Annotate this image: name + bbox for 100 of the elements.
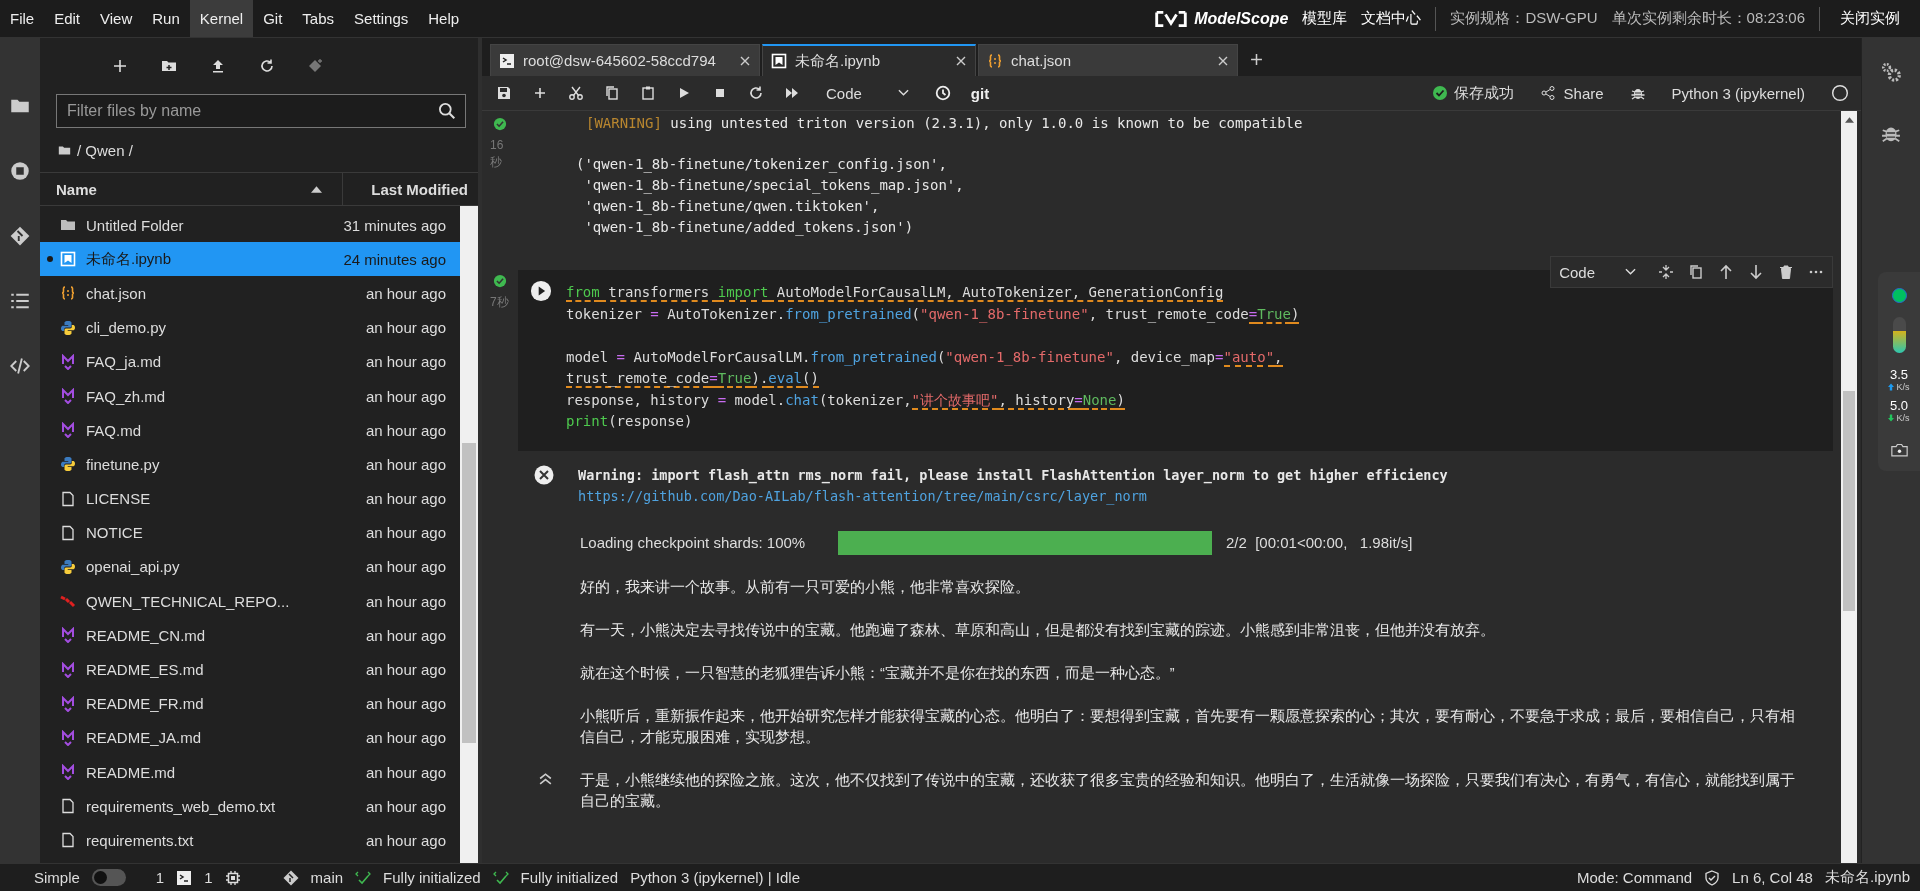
file-name: cli_demo.py [86,319,168,337]
brand-name: ModelScope [1194,9,1289,28]
menu-item[interactable]: Settings [344,0,419,37]
file-row[interactable]: README_CN.md an hour ago [40,618,460,653]
file-name: README_JA.md [86,729,203,747]
file-name: openai_api.py [86,558,181,576]
modified-time: an hour ago [365,729,446,747]
modified-time: 24 minutes ago [343,250,446,268]
kernel-status[interactable]: Python 3 (ipykernel) | Idle [630,869,800,886]
modified-time: an hour ago [365,695,446,713]
rate-unit: K/s [1896,382,1910,392]
cell-type-dropdown[interactable]: Code [820,84,915,102]
breadcrumb-path[interactable]: / Qwen / [77,141,133,159]
menu-item[interactable]: Kernel [189,0,254,37]
file-row[interactable]: README_ES.md an hour ago [40,652,460,687]
modified-time: an hour ago [365,421,446,439]
document-tab[interactable]: 未命名.ipynb [762,44,976,76]
output-line: ('qwen-1_8b-finetune/tokenizer_config.json', [576,155,948,175]
lsp-status[interactable]: Fully initialized [520,869,619,886]
file-row[interactable]: cli_demo.py an hour ago [40,310,460,345]
git-branch[interactable]: main [310,869,344,886]
rate-unit: K/s [1896,413,1910,423]
column-header[interactable]: Last Modified [343,173,478,205]
terminal-count[interactable]: 1 [155,869,165,886]
story-paragraph: 好的，我来讲一个故事。从前有一只可爱的小熊，他非常喜欢探险。 [580,577,1030,597]
modified-time: an hour ago [365,387,446,405]
code-line: from transformers import AutoModelForCausalLM, AutoTokenizer, GenerationConfig [566,283,1225,304]
menu-item[interactable]: Help [418,0,470,37]
header-link[interactable]: 文档中心 [1361,9,1422,28]
file-row[interactable]: FAQ.md an hour ago [40,413,460,448]
progress-label: Loading checkpoint shards: 100% [580,534,807,551]
modified-time: an hour ago [365,831,446,849]
file-name: README.md [86,763,177,781]
menu-item[interactable]: Edit [44,0,91,37]
file-name: finetune.py [86,455,161,473]
remaining-time: 单次实例剩余时长：08:23:06 [1611,9,1805,28]
file-row[interactable]: QWEN_TECHNICAL_REPO... an hour ago [40,584,460,619]
progress-stats: 2/2 [00:01<00:00, 1.98it/s] [1226,534,1413,551]
menu-item[interactable]: Run [142,0,190,37]
column-header[interactable]: Name [40,173,343,205]
file-row[interactable]: openai_api.py an hour ago [40,549,460,585]
execution-time: 16秒 [490,137,505,171]
file-name: 未命名.ipynb [86,249,173,269]
modified-time: an hour ago [365,797,446,815]
menu-item[interactable]: File [0,0,45,37]
link[interactable]: https://github.com/Dao-AILab/flash-attention/tree/main/csrc/layer_norm [578,487,1147,504]
modified-time: an hour ago [365,558,446,576]
filter-field[interactable]: Filter files by name [56,94,466,128]
modified-time: an hour ago [365,592,446,610]
file-row[interactable]: chat.json an hour ago [40,276,460,311]
file-row[interactable]: FAQ_ja.md an hour ago [40,344,460,379]
file-row[interactable]: FAQ_zh.md an hour ago [40,378,460,414]
instance-spec: 实例规格：DSW-GPU [1450,9,1598,28]
file-row[interactable]: LICENSE an hour ago [40,481,460,516]
menu-item[interactable]: Tabs [292,0,345,37]
cursor-position[interactable]: Ln 6, Col 48 [1732,869,1813,886]
menu-item[interactable]: View [90,0,143,37]
file-name: chat.json [86,284,148,302]
editor-mode: Mode: Command [1577,869,1693,886]
file-row[interactable]: README_FR.md an hour ago [40,686,460,721]
file-row[interactable]: requirements_web_demo.txt an hour ago [40,789,460,824]
share-button[interactable]: Share [1533,83,1610,103]
modified-time: an hour ago [365,353,446,371]
file-row[interactable]: 未命名.ipynb 24 minutes ago [40,242,460,277]
close-instance-button[interactable]: 关闭实例 [1834,8,1906,29]
warning-message: Warning: import flash_attn rms_norm fail, please install FlashAttention layer_norm to get higher efficiency https://github.com/Dao-AILab/flash-attention/tree/main/csrc/layer_norm [578,465,1449,507]
file-row[interactable]: Untitled Folder 31 minutes ago [40,208,460,243]
output-line: 'qwen-1_8b-finetune/qwen.tiktoken', [583,197,881,217]
file-row[interactable]: requirements.txt an hour ago [40,823,460,858]
file-row[interactable]: finetune.py an hour ago [40,447,460,482]
modified-time: an hour ago [365,284,446,302]
menu-item[interactable]: Git [253,0,293,37]
file-name: requirements.txt [86,831,195,849]
file-name: NOTICE [86,524,144,542]
story-paragraph: 小熊听后，重新振作起来，他开始研究怎样才能获得宝藏的心态。他明白了：要想得到宝藏，首先要有一颗愿意探索的心；其次，要有耐心，不要急于求成；最后，要相信自己，只有相信自己，才能克服困难，实现梦想。 [580,706,1796,747]
modified-time: 31 minutes ago [343,216,446,234]
file-row[interactable]: README_JA.md an hour ago [40,720,460,755]
modified-time: an hour ago [365,455,446,473]
output-line: 'qwen-1_8b-finetune/added_tokens.json') [583,218,915,238]
git-status[interactable]: Fully initialized [383,869,481,886]
modified-time: an hour ago [365,661,446,679]
output-warning: [WARNING] using untested triton version (2.3.1), only 1.0.0 is known to be compatible [585,114,1303,133]
file-row[interactable]: NOTICE an hour ago [40,515,460,550]
kernel-name-button[interactable]: Python 3 (ipykernel) [1665,83,1811,103]
header-link[interactable]: 模型库 [1302,9,1348,28]
modified-time: an hour ago [365,524,446,542]
file-name: README_FR.md [86,695,205,713]
file-name: README_ES.md [86,661,205,679]
document-tab[interactable]: root@dsw-645602-58ccd794 [490,44,760,76]
document-tab[interactable]: chat.json [978,44,1238,76]
kernel-count[interactable]: 1 [204,869,213,886]
output-line: 'qwen-1_8b-finetune/special_tokens_map.json', [583,176,965,196]
cell-type-dropdown[interactable]: Code [1559,263,1636,281]
download-rate: 5.0 [1889,398,1909,413]
file-row[interactable]: README.md an hour ago [40,755,460,790]
git-button[interactable]: git [964,83,996,103]
file-name: FAQ_ja.md [86,353,163,371]
modified-time: an hour ago [365,763,446,781]
simple-mode-label: Simple [34,869,80,886]
code-line: print(response) [566,412,694,431]
